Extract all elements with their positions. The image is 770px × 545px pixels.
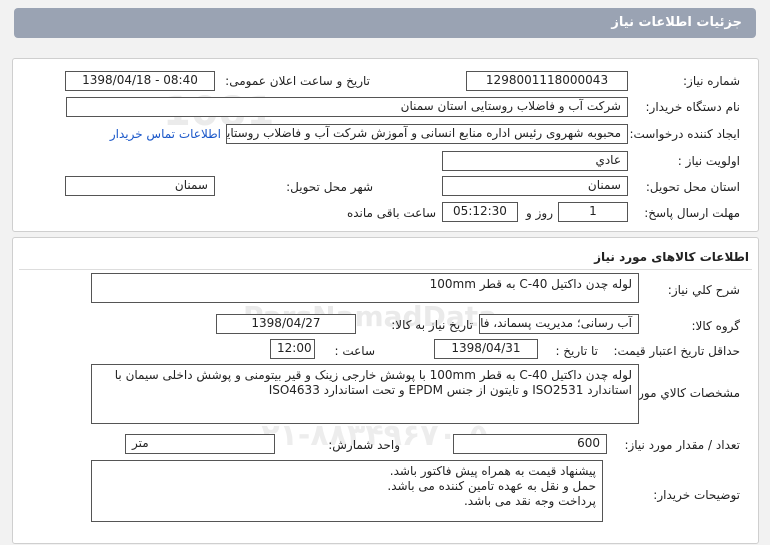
province-field: سمنان xyxy=(442,176,628,196)
time-label: ساعت : xyxy=(334,344,375,358)
need-number-label: شماره نیاز: xyxy=(683,74,740,88)
goods-panel: اطلاعات کالاهای مورد نیاز ParsNamadData … xyxy=(12,237,759,544)
header-bar: جزئیات اطلاعات نیاز xyxy=(14,8,756,38)
need-info-panel: 1081 شماره نیاز: 1298001118000043 تاریخ … xyxy=(12,58,759,232)
province-label: استان محل تحویل: xyxy=(645,180,740,194)
priority-label: اولویت نیاز : xyxy=(677,154,740,168)
notes-line-3: پرداخت وجه نقد می باشد. xyxy=(463,494,596,508)
deadline-label: مهلت ارسال پاسخ: xyxy=(644,206,740,220)
city-field: سمنان xyxy=(65,176,215,196)
remaining-label: ساعت باقی مانده xyxy=(346,206,436,220)
notes-line-1: پیشنهاد قیمت به همراه پیش فاکتور باشد. xyxy=(389,464,596,478)
announce-field: 1398/04/18 - 08:40 xyxy=(65,71,215,91)
unit-label: واحد شمارش: xyxy=(328,438,400,452)
time-field: 12:00 xyxy=(270,339,315,359)
general-desc-field: لوله چدن داکتیل C-40 به قطر 100mm xyxy=(91,273,639,303)
day-and-label: روز و xyxy=(526,206,553,220)
deadline-time-field: 05:12:30 xyxy=(442,202,518,222)
qty-label: تعداد / مقدار مورد نیاز: xyxy=(624,438,740,452)
buyer-field: شرکت آب و فاضلاب روستایی استان سمنان xyxy=(66,97,628,117)
page-header: جزئیات اطلاعات نیاز xyxy=(0,0,770,50)
announce-label: تاریخ و ساعت اعلان عمومی: xyxy=(225,74,370,88)
general-desc-label: شرح کلي نياز: xyxy=(667,283,740,297)
goods-section-title: اطلاعات کالاهای مورد نیاز xyxy=(594,250,749,264)
buyer-label: نام دستگاه خریدار: xyxy=(645,100,741,114)
group-field: آب رسانی؛ مدیریت پسماند، فاضلاب و فعالیت… xyxy=(479,314,639,334)
min-price-label: حداقل تاریخ اعتبار قیمت: xyxy=(613,344,740,358)
until-date-field: 1398/04/31 xyxy=(434,339,538,359)
page-title: جزئیات اطلاعات نیاز xyxy=(611,15,742,30)
need-number-field: 1298001118000043 xyxy=(466,71,628,91)
deadline-days-field: 1 xyxy=(558,202,628,222)
goods-divider xyxy=(19,269,752,270)
unit-field: متر xyxy=(125,434,275,454)
qty-field: 600 xyxy=(453,434,607,454)
until-date-label: تا تاریخ : xyxy=(555,344,598,358)
need-date-field: 1398/04/27 xyxy=(216,314,356,334)
notes-label: توضیحات خریدار: xyxy=(653,488,740,502)
group-label: گروه کالا: xyxy=(691,319,741,333)
creator-field: محبوبه شهروی رئیس اداره منابع انسانی و آ… xyxy=(226,124,628,144)
priority-field: عادي xyxy=(442,151,628,171)
notes-field: پیشنهاد قیمت به همراه پیش فاکتور باشد. ح… xyxy=(91,460,603,522)
spec-field: لوله چدن داکتیل C-40 به قطر 100mm با پوش… xyxy=(91,364,639,424)
city-label: شهر محل تحویل: xyxy=(286,180,373,194)
buyer-contact-link[interactable]: اطلاعات تماس خریدار xyxy=(110,127,221,141)
need-date-label: تاریخ نیاز به کالا: xyxy=(391,318,473,332)
notes-line-2: حمل و نقل به عهده تامین کننده می باشد. xyxy=(387,479,596,493)
creator-label: ایجاد کننده درخواست: xyxy=(629,127,740,141)
